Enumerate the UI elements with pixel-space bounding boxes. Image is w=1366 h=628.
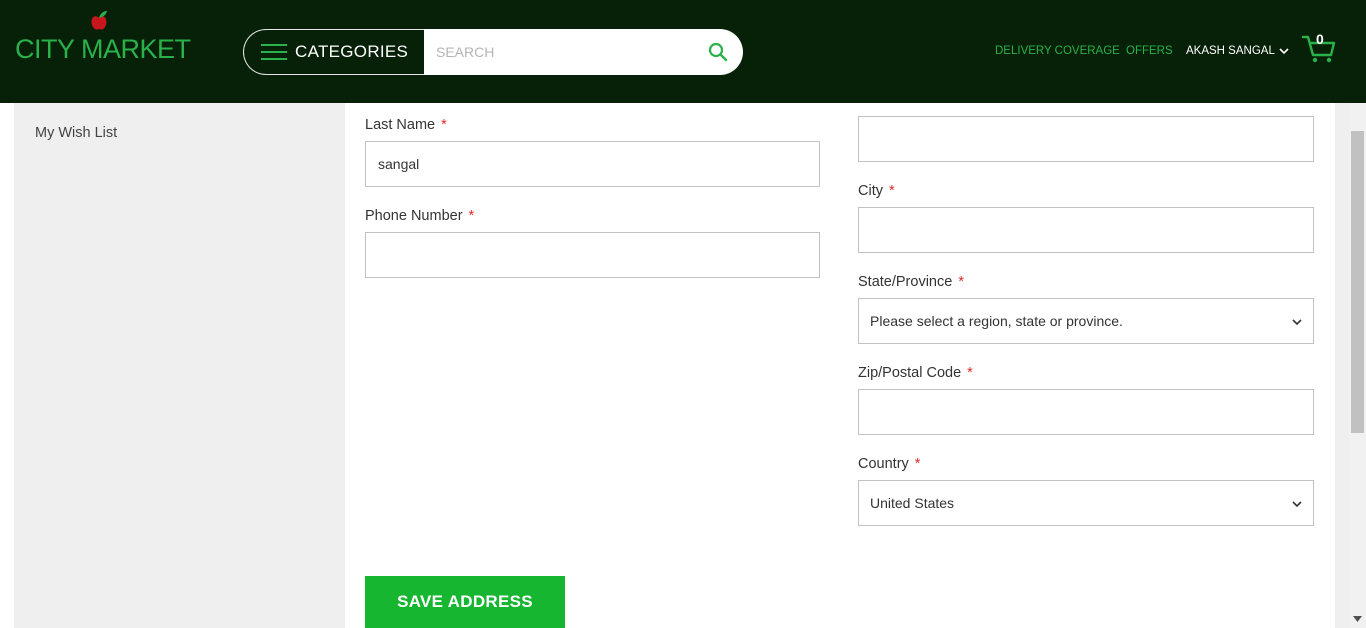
search-bar — [424, 29, 743, 75]
save-address-button[interactable]: SAVE ADDRESS — [365, 576, 565, 628]
chevron-down-icon — [1292, 501, 1302, 508]
country-label: Country * — [858, 456, 921, 472]
city-label: City * — [858, 183, 895, 199]
page-scrollbar[interactable] — [1349, 103, 1366, 628]
chevron-down-icon — [1279, 48, 1289, 55]
required-marker: * — [958, 274, 964, 290]
user-name: AKASH SANGAL — [1186, 45, 1275, 57]
chevron-down-icon — [1292, 319, 1302, 326]
required-marker: * — [468, 208, 475, 224]
required-marker: * — [967, 365, 973, 381]
account-sidebar: My Wish List — [14, 103, 345, 628]
cart-count-badge: 0 — [1316, 31, 1324, 47]
street-address-field[interactable] — [858, 116, 1314, 162]
state-province-select[interactable]: Please select a region, state or provinc… — [858, 298, 1314, 344]
required-marker: * — [914, 456, 921, 472]
state-province-value: Please select a region, state or provinc… — [870, 313, 1123, 329]
phone-number-field[interactable] — [365, 232, 820, 278]
last-name-field[interactable] — [365, 141, 820, 187]
required-marker: * — [441, 117, 447, 133]
logo-text: CITY MARKET — [15, 34, 191, 64]
zip-postal-field[interactable] — [858, 389, 1314, 435]
nav-delivery-coverage[interactable]: DELIVERY COVERAGE — [995, 45, 1120, 57]
required-marker: * — [888, 183, 895, 199]
apple-logo-icon — [91, 11, 107, 30]
country-select[interactable]: United States — [858, 480, 1314, 526]
search-icon[interactable] — [708, 42, 728, 62]
hamburger-icon — [261, 44, 287, 60]
user-menu[interactable]: AKASH SANGAL — [1186, 45, 1289, 57]
search-input[interactable] — [424, 29, 694, 75]
zip-postal-label: Zip/Postal Code * — [858, 365, 973, 381]
site-header: CITY MARKET CATEGORIES DELIVERY COVERAGE… — [0, 0, 1366, 103]
scroll-down-arrow-icon[interactable] — [1353, 616, 1362, 622]
sidebar-item-wish-list[interactable]: My Wish List — [35, 125, 117, 141]
categories-label: CATEGORIES — [295, 42, 409, 61]
scrollbar-thumb[interactable] — [1351, 131, 1364, 433]
last-name-label: Last Name * — [365, 117, 447, 133]
city-field[interactable] — [858, 207, 1314, 253]
nav-offers[interactable]: OFFERS — [1126, 45, 1173, 57]
categories-button[interactable]: CATEGORIES — [243, 29, 425, 75]
state-province-label: State/Province * — [858, 274, 964, 290]
city-market-logo[interactable]: CITY MARKET — [14, 10, 191, 66]
phone-number-label: Phone Number * — [365, 208, 475, 224]
country-value: United States — [870, 495, 955, 511]
